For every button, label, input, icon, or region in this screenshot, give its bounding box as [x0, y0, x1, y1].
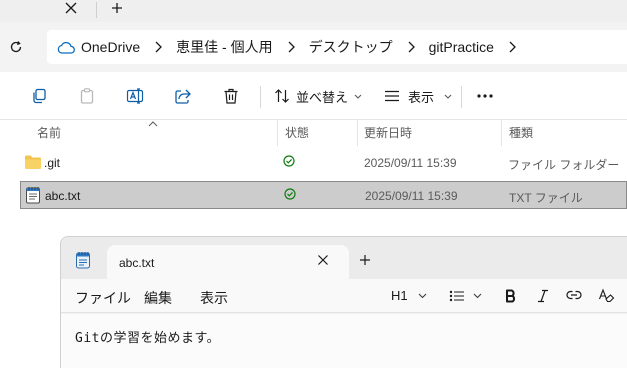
sort-ascending-icon: [148, 116, 158, 130]
more-options-button[interactable]: [476, 84, 494, 108]
link-icon: [566, 290, 582, 300]
heading-dropdown[interactable]: H1: [391, 288, 427, 303]
cloud-icon: [57, 41, 75, 54]
chevron-down-icon: [473, 293, 482, 299]
chevron-right-icon[interactable]: [407, 41, 415, 53]
text-file-icon: [25, 186, 41, 207]
copy-icon: [33, 88, 46, 104]
paste-button[interactable]: [78, 84, 96, 108]
delete-button[interactable]: [222, 84, 240, 108]
column-divider[interactable]: [357, 120, 358, 146]
file-type: TXT ファイル: [509, 191, 583, 205]
column-divider[interactable]: [501, 120, 502, 146]
synced-status-icon: [284, 188, 296, 203]
toolbar-divider: [260, 86, 261, 108]
refresh-button[interactable]: [6, 37, 26, 57]
file-name: abc.txt: [45, 189, 81, 203]
italic-icon: [538, 289, 548, 303]
tab-close-button[interactable]: [56, 0, 86, 18]
tab-divider: [96, 2, 97, 18]
command-bar: 並べ替え 表示: [0, 72, 627, 120]
file-list-header: 名前 状態 更新日時 種類: [0, 120, 627, 146]
file-row[interactable]: .git 2025/09/11 15:39 ファイル フォルダー: [20, 149, 627, 177]
address-row: OneDrive 恵里佳 - 個人用 デスクトップ gitPractice: [0, 22, 627, 72]
rename-button[interactable]: [126, 84, 144, 108]
menu-edit[interactable]: 編集: [144, 288, 172, 308]
copy-button[interactable]: [30, 84, 48, 108]
notepad-menu-bar: ファイル 編集 表示 H1: [61, 279, 627, 313]
document-text[interactable]: Gitの学習を始めます。: [75, 327, 220, 346]
rename-icon: [126, 88, 144, 104]
breadcrumb-label: OneDrive: [81, 39, 141, 55]
share-button[interactable]: [174, 84, 192, 108]
file-name: .git: [44, 156, 61, 170]
chevron-down-icon: [418, 293, 427, 299]
breadcrumb-label: デスクトップ: [308, 39, 393, 55]
plus-icon[interactable]: [359, 254, 371, 269]
clear-formatting-icon: [598, 288, 615, 303]
file-modified: 2025/09/11 15:39: [364, 156, 457, 170]
italic-button[interactable]: [537, 289, 549, 303]
bold-icon: [506, 289, 515, 303]
notepad-tab-title: abc.txt: [119, 256, 155, 270]
breadcrumb-label: gitPractice: [428, 39, 494, 55]
refresh-icon: [10, 41, 22, 53]
file-modified: 2025/09/11 15:39: [365, 189, 458, 203]
column-header-modified[interactable]: 更新日時: [364, 124, 412, 141]
new-tab-button[interactable]: [102, 0, 132, 18]
column-divider[interactable]: [277, 120, 278, 146]
synced-status-icon: [283, 155, 295, 170]
notepad-tab[interactable]: abc.txt: [107, 245, 349, 279]
link-button[interactable]: [566, 290, 582, 300]
sort-icon: [275, 89, 289, 103]
trash-icon: [224, 88, 238, 104]
toolbar-divider: [461, 86, 462, 108]
breadcrumb-gitpractice[interactable]: gitPractice: [429, 30, 494, 64]
file-row-selected[interactable]: abc.txt 2025/09/11 15:39 TXT ファイル: [20, 181, 627, 209]
folder-icon: [24, 154, 42, 173]
view-button[interactable]: 表示: [384, 84, 452, 108]
notepad-window: abc.txt ファイル 編集 表示 H1 Gitの学習を始めます。: [60, 236, 627, 368]
close-icon: [65, 2, 77, 14]
plus-icon: [112, 3, 122, 13]
bold-button[interactable]: [505, 289, 517, 303]
list-view-icon: [385, 90, 399, 102]
address-bar[interactable]: OneDrive 恵里佳 - 個人用 デスクトップ gitPractice: [47, 30, 627, 64]
explorer-tab-strip: [0, 0, 627, 22]
clipboard-icon: [80, 88, 94, 104]
column-header-name[interactable]: 名前: [37, 124, 61, 141]
notepad-editor[interactable]: Gitの学習を始めます。: [61, 314, 627, 368]
column-header-type[interactable]: 種類: [509, 124, 533, 141]
notepad-app-icon: [75, 251, 91, 272]
sort-label: 並べ替え: [296, 89, 349, 105]
clear-formatting-button[interactable]: [598, 288, 616, 304]
chevron-right-icon[interactable]: [154, 41, 163, 53]
view-label: 表示: [408, 89, 435, 105]
close-icon[interactable]: [317, 254, 329, 269]
chevron-down-icon: [354, 94, 362, 99]
file-type: ファイル フォルダー: [508, 158, 620, 172]
chevron-down-icon: [444, 94, 452, 99]
column-header-status[interactable]: 状態: [285, 124, 309, 141]
menu-view[interactable]: 表示: [200, 288, 228, 308]
more-icon: [477, 94, 493, 98]
breadcrumb-desktop[interactable]: デスクトップ: [309, 30, 393, 64]
chevron-right-icon[interactable]: [287, 41, 295, 53]
breadcrumb-personal[interactable]: 恵里佳 - 個人用: [176, 30, 272, 64]
breadcrumb-onedrive[interactable]: OneDrive: [57, 30, 140, 64]
notepad-tab-bar: abc.txt: [61, 237, 627, 279]
list-dropdown[interactable]: [449, 290, 482, 302]
bullet-list-icon: [449, 290, 464, 302]
sort-button[interactable]: 並べ替え: [274, 84, 362, 108]
share-icon: [175, 89, 191, 104]
menu-file[interactable]: ファイル: [75, 288, 131, 308]
chevron-right-icon[interactable]: [508, 41, 516, 53]
breadcrumb-label: 恵里佳 - 個人用: [176, 39, 273, 55]
heading-label: H1: [391, 288, 408, 303]
